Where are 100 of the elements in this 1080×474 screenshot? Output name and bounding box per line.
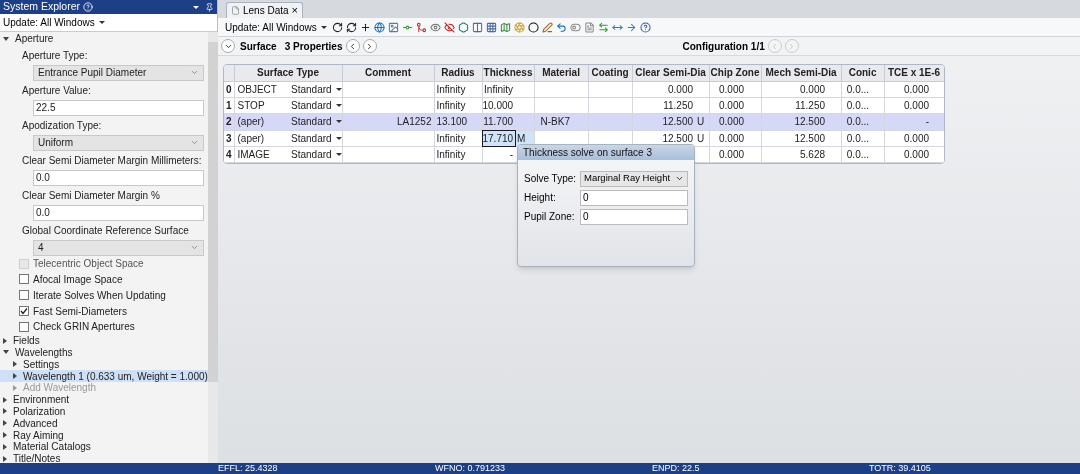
property-label: Clear Semi Diameter Margin Millimeters: <box>22 153 203 168</box>
property-label: Aperture Type: <box>22 48 89 63</box>
solve-marker[interactable]: U <box>696 116 705 128</box>
dropdown[interactable]: Marginal Ray Height <box>580 170 688 187</box>
circle-icon[interactable] <box>527 21 539 33</box>
map-icon[interactable] <box>499 21 511 33</box>
status-item: EFFL: 25.4328 <box>218 463 279 474</box>
checkbox[interactable] <box>19 290 29 301</box>
chevron-left-icon <box>348 41 357 51</box>
checkmark-icon <box>20 307 28 316</box>
pin-icon[interactable] <box>205 2 214 12</box>
checkbox[interactable] <box>19 274 29 285</box>
table-cell: 0.0... <box>841 97 873 114</box>
table-cell: 5.628 <box>761 146 829 163</box>
grid-icon[interactable] <box>485 21 497 33</box>
property-label: Aperture Value: <box>22 83 92 98</box>
lens-data-tab[interactable]: Lens Data × <box>226 2 304 18</box>
column-header[interactable]: Conic <box>841 65 885 81</box>
tree-item[interactable]: Polarization <box>0 405 208 418</box>
table-cell: OBJECT <box>234 81 289 98</box>
column-header[interactable]: Material <box>534 65 589 81</box>
column-header[interactable]: Clear Semi-Dia <box>632 65 710 81</box>
collapse-button[interactable] <box>221 39 235 53</box>
checkbox-label: Afocal Image Space <box>33 273 123 287</box>
dropdown[interactable]: Uniform <box>33 134 204 151</box>
column-header[interactable]: Surface Type <box>234 65 342 81</box>
tree-item[interactable]: Wavelength 1 (0.633 um, Weight = 1.000) <box>0 370 208 382</box>
field-label: Pupil Zone: <box>524 210 576 224</box>
close-tab-button[interactable]: × <box>291 5 299 16</box>
update-dropdown[interactable]: Update: All Windows <box>225 19 327 35</box>
collapsed-arrow-icon[interactable] <box>3 337 7 344</box>
tree-item[interactable]: Environment <box>0 393 208 406</box>
field-label: Height: <box>524 191 557 205</box>
dropdown[interactable]: Entrance Pupil Diameter <box>33 64 204 81</box>
eye-icon[interactable] <box>429 21 441 33</box>
input-field[interactable]: 0 <box>580 208 688 225</box>
checkbox-label: Iterate Solves When Updating <box>33 288 166 303</box>
columns-icon[interactable] <box>471 21 483 33</box>
table-cell: 0.000 <box>884 81 933 98</box>
input-field[interactable]: 0.0 <box>33 204 204 221</box>
column-header[interactable]: Radius <box>434 65 482 81</box>
refresh-icon[interactable] <box>345 21 357 33</box>
surface-type-dropdown[interactable]: Standard <box>289 147 342 163</box>
checkbox-label: Check GRIN Apertures <box>33 320 135 335</box>
tree-item[interactable]: Wavelengths <box>0 346 208 359</box>
column-header[interactable]: Comment <box>342 65 434 81</box>
pen-icon[interactable] <box>541 21 553 33</box>
document-icon[interactable] <box>583 21 595 33</box>
tree-item[interactable]: Advanced <box>0 417 208 430</box>
dropdown[interactable]: 4 <box>33 239 204 256</box>
expanded-arrow-icon[interactable] <box>3 350 9 355</box>
table-cell: Infinity <box>482 81 516 98</box>
caret-icon <box>98 21 105 24</box>
configuration-label: Configuration 1/1 <box>682 39 765 54</box>
toggle-icon[interactable] <box>569 21 581 33</box>
surface-type-dropdown[interactable]: Standard <box>289 130 342 146</box>
status-item: TOTR: 39.4105 <box>869 463 932 474</box>
checkbox[interactable] <box>19 306 29 317</box>
column-header[interactable]: Coating <box>588 65 633 81</box>
solve-marker[interactable]: U <box>696 132 705 144</box>
swap-icon[interactable] <box>597 21 609 33</box>
column-header[interactable]: Chip Zone <box>709 65 762 81</box>
dropdown-caret-icon[interactable] <box>193 5 199 9</box>
help-icon[interactable] <box>639 21 651 33</box>
surface-type-dropdown[interactable]: Standard <box>289 98 342 114</box>
next-button[interactable] <box>362 39 377 53</box>
surface-type-dropdown[interactable]: Standard <box>289 81 342 97</box>
table-cell: 0.0... <box>841 146 873 163</box>
image-icon[interactable] <box>387 21 399 33</box>
column-header[interactable]: TCE x 1E-6 <box>884 65 944 81</box>
table-cell: Infinity <box>434 130 469 147</box>
column-header[interactable]: Mech Semi-Dia <box>761 65 842 81</box>
table-cell: Infinity <box>434 97 469 114</box>
caret-icon <box>335 136 342 140</box>
undo-icon[interactable] <box>555 21 567 33</box>
input-field[interactable]: 0 <box>580 189 688 206</box>
popup-title-bar: Thickness solve on surface 3 <box>518 145 694 160</box>
globe-icon[interactable] <box>373 21 385 33</box>
input-field[interactable]: 22.5 <box>33 99 204 116</box>
table-cell: 0.000 <box>884 97 933 114</box>
table-cell: 11.250 <box>761 97 829 114</box>
input-field[interactable]: 0.0 <box>33 169 204 186</box>
previous-button[interactable] <box>345 39 360 53</box>
expanded-arrow-icon[interactable] <box>3 36 9 41</box>
crosshair-icon[interactable] <box>359 21 371 33</box>
caret-icon <box>335 120 342 124</box>
tree-item[interactable]: Aperture <box>0 33 208 45</box>
checkbox[interactable] <box>19 321 29 332</box>
chevron-right-icon <box>365 41 374 51</box>
tree-item[interactable]: Fields <box>0 334 208 347</box>
caret-icon <box>335 153 342 157</box>
table-cell: Infinity <box>434 146 469 163</box>
tree-item[interactable]: Material Catalogs <box>0 440 208 453</box>
eye-icon[interactable] <box>443 21 455 33</box>
column-header[interactable]: Thickness <box>482 65 534 81</box>
table-cell: 0.000 <box>884 130 933 147</box>
rotate-icon[interactable] <box>331 21 343 33</box>
arrow-right-icon[interactable] <box>625 21 637 33</box>
tree-item[interactable]: Ray Aiming <box>0 429 208 441</box>
surface-type-dropdown[interactable]: Standard <box>289 114 342 130</box>
